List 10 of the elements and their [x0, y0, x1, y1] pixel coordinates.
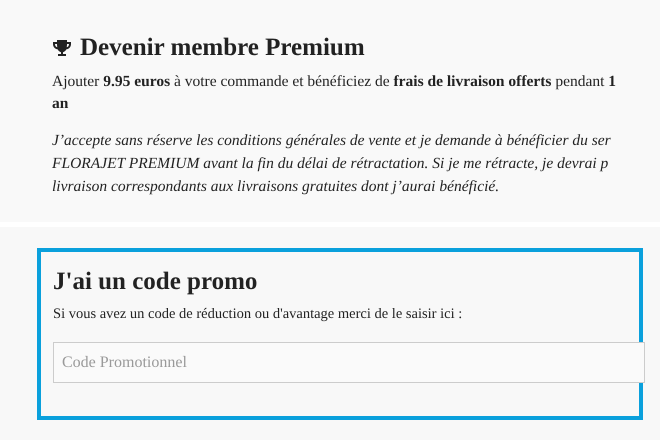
section-title: Devenir membre Premium	[80, 33, 365, 63]
offer-text: an	[52, 94, 68, 114]
section-title: J'ai un code promo	[53, 267, 258, 297]
promo-text: Si vous avez un code de réduction ou d'avantage merci de le saisir ici :	[53, 305, 464, 324]
offer-text: Ajouter 9.95 euros à votre commande et bénéficiez de frais de livraison offerts pendant 1	[52, 72, 616, 92]
trophy-icon	[52, 38, 72, 58]
promo-code-field[interactable]: Code Promotionnel	[53, 342, 645, 383]
terms-text: J’accepte sans réserve les conditions générales de vente et je demande à bénéficier du ser	[52, 131, 611, 151]
terms-text: FLORAJET PREMIUM avant la fin du délai de rétractation. Si je me rétracte, je devrai p	[52, 154, 608, 174]
terms-text: livraison correspondants aux livraisons gratuites dont j’aurai bénéficié.	[52, 177, 500, 197]
